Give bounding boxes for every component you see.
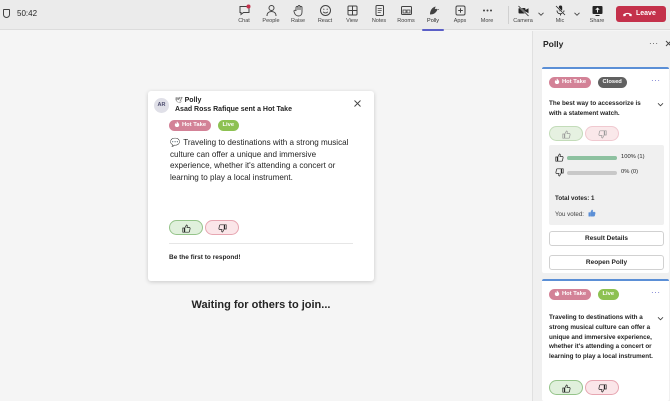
thumbs-up-icon — [182, 224, 191, 233]
thumbs-down-icon — [218, 223, 227, 232]
thumbs-down-button[interactable] — [585, 380, 619, 395]
thumbs-down-button[interactable] — [205, 220, 239, 235]
polly-app-button[interactable]: Polly — [420, 3, 446, 31]
poll-question: Traveling to destinations with a strong … — [549, 314, 653, 361]
polly-notification-card: AR 🕊 Polly Asad Ross Rafique sent a Hot T… — [148, 91, 374, 281]
flame-icon — [174, 121, 180, 128]
poll-card-live: Hot Take Live ··· Traveling to destinati… — [542, 279, 669, 401]
react-button[interactable]: React — [312, 3, 338, 29]
hot-take-tag: Hot Take — [549, 289, 592, 300]
thumbs-down-icon — [555, 168, 564, 177]
empty-responses-text: Be the first to respond! — [169, 254, 241, 261]
result-label-agree: 100% (1) — [621, 154, 645, 160]
hand-icon — [293, 5, 302, 17]
divider — [169, 243, 353, 244]
avatar: AR — [154, 98, 169, 113]
notes-icon — [375, 5, 384, 16]
result-details-button[interactable]: Result Details — [549, 231, 664, 246]
polly-bird-icon — [429, 6, 439, 15]
result-bar-fill — [567, 156, 617, 160]
thumbs-down-icon — [598, 383, 607, 392]
more-button[interactable]: More — [474, 3, 500, 29]
meeting-stage: AR 🕊 Polly Asad Ross Rafique sent a Hot T… — [0, 31, 531, 401]
smiley-icon — [319, 5, 331, 16]
chevron-down-icon[interactable] — [657, 101, 664, 108]
mic-button[interactable]: Mic — [547, 3, 573, 29]
thumbs-down-icon — [598, 129, 607, 138]
camera-off-icon — [517, 5, 529, 17]
meeting-timer: 50:42 — [17, 9, 38, 18]
hot-take-tag: Hot Take — [169, 120, 212, 131]
chat-icon — [239, 4, 250, 16]
mic-options-chevron-down-icon[interactable] — [573, 10, 581, 18]
you-voted: You voted: — [555, 209, 596, 218]
poll-results: 100% (1) 0% (0) Total votes: 1 You voted… — [549, 145, 664, 225]
status-badge: Live — [217, 120, 240, 131]
people-button[interactable]: People — [258, 3, 284, 29]
thumbs-up-button[interactable] — [169, 220, 203, 235]
thumbs-up-icon — [562, 384, 571, 393]
meeting-toolbar: 50:42 Chat People Raise React View Notes… — [0, 0, 670, 31]
mic-off-icon — [554, 5, 566, 16]
total-votes: Total votes: 1 — [555, 195, 595, 202]
raise-hand-button[interactable]: Raise — [285, 3, 311, 29]
poll-more-options-icon[interactable]: ··· — [651, 288, 661, 297]
people-icon — [266, 5, 276, 17]
waiting-message: Waiting for others to join... — [191, 299, 331, 311]
chevron-down-icon[interactable] — [657, 315, 664, 322]
grid-icon — [347, 5, 357, 16]
thumbs-up-icon — [555, 153, 564, 162]
vote-buttons — [549, 126, 621, 141]
phone-hangup-icon — [623, 12, 632, 17]
hot-take-tag: Hot Take — [549, 77, 592, 88]
thumbs-up-icon — [588, 209, 596, 217]
leave-button[interactable]: Leave — [616, 6, 666, 22]
shield-icon — [3, 9, 10, 18]
notification-app-name: 🕊 Polly — [175, 97, 202, 104]
add-app-icon — [455, 5, 465, 16]
camera-options-chevron-down-icon[interactable] — [537, 10, 545, 18]
flame-icon — [554, 290, 560, 297]
poll-more-options-icon[interactable]: ··· — [651, 76, 661, 85]
speech-bubble-icon: 💬 — [170, 138, 181, 147]
notes-button[interactable]: Notes — [366, 3, 392, 29]
close-icon[interactable] — [665, 40, 670, 47]
toolbar-divider — [508, 6, 509, 24]
poll-question: The best way to accessorize is with a st… — [549, 100, 641, 117]
chat-button[interactable]: Chat — [231, 3, 257, 29]
share-screen-icon — [592, 6, 602, 16]
apps-button[interactable]: Apps — [447, 3, 473, 29]
poll-question: 💬 Traveling to destinations with a stron… — [170, 138, 349, 182]
rooms-icon — [400, 6, 412, 15]
close-icon[interactable] — [353, 99, 362, 108]
more-horizontal-icon — [482, 9, 492, 12]
poll-card-closed: Hot Take Closed ··· The best way to acce… — [542, 67, 669, 273]
poll-tags: Hot Take Live — [169, 120, 241, 131]
rooms-button[interactable]: Rooms — [393, 3, 419, 29]
share-button[interactable]: Share — [584, 3, 610, 29]
poll-tags: Hot Take Live — [549, 289, 621, 300]
view-button[interactable]: View — [339, 3, 365, 29]
panel-title: Polly — [543, 39, 564, 49]
reopen-polly-button[interactable]: Reopen Polly — [549, 255, 664, 270]
panel-more-options-icon[interactable]: ··· — [649, 39, 659, 48]
result-label-disagree: 0% (0) — [621, 169, 639, 175]
thumbs-down-button[interactable] — [585, 126, 619, 141]
result-bar-disagree — [567, 171, 617, 175]
thumbs-up-icon — [562, 130, 571, 139]
poll-tags: Hot Take Closed — [549, 77, 629, 88]
thumbs-up-button[interactable] — [549, 126, 583, 141]
thumbs-up-button[interactable] — [549, 380, 583, 395]
vote-buttons — [549, 380, 621, 395]
camera-button[interactable]: Camera — [510, 3, 536, 29]
status-badge: Closed — [597, 77, 627, 88]
polly-bird-icon: 🕊 — [175, 98, 183, 104]
polly-side-panel: Polly ··· Hot Take Closed ··· The best w… — [532, 31, 670, 401]
vote-buttons — [169, 220, 241, 235]
notification-sender-line: Asad Ross Rafique sent a Hot Take — [175, 106, 292, 113]
flame-icon — [554, 78, 560, 85]
status-badge: Live — [597, 289, 620, 300]
result-bar-agree — [567, 156, 617, 160]
